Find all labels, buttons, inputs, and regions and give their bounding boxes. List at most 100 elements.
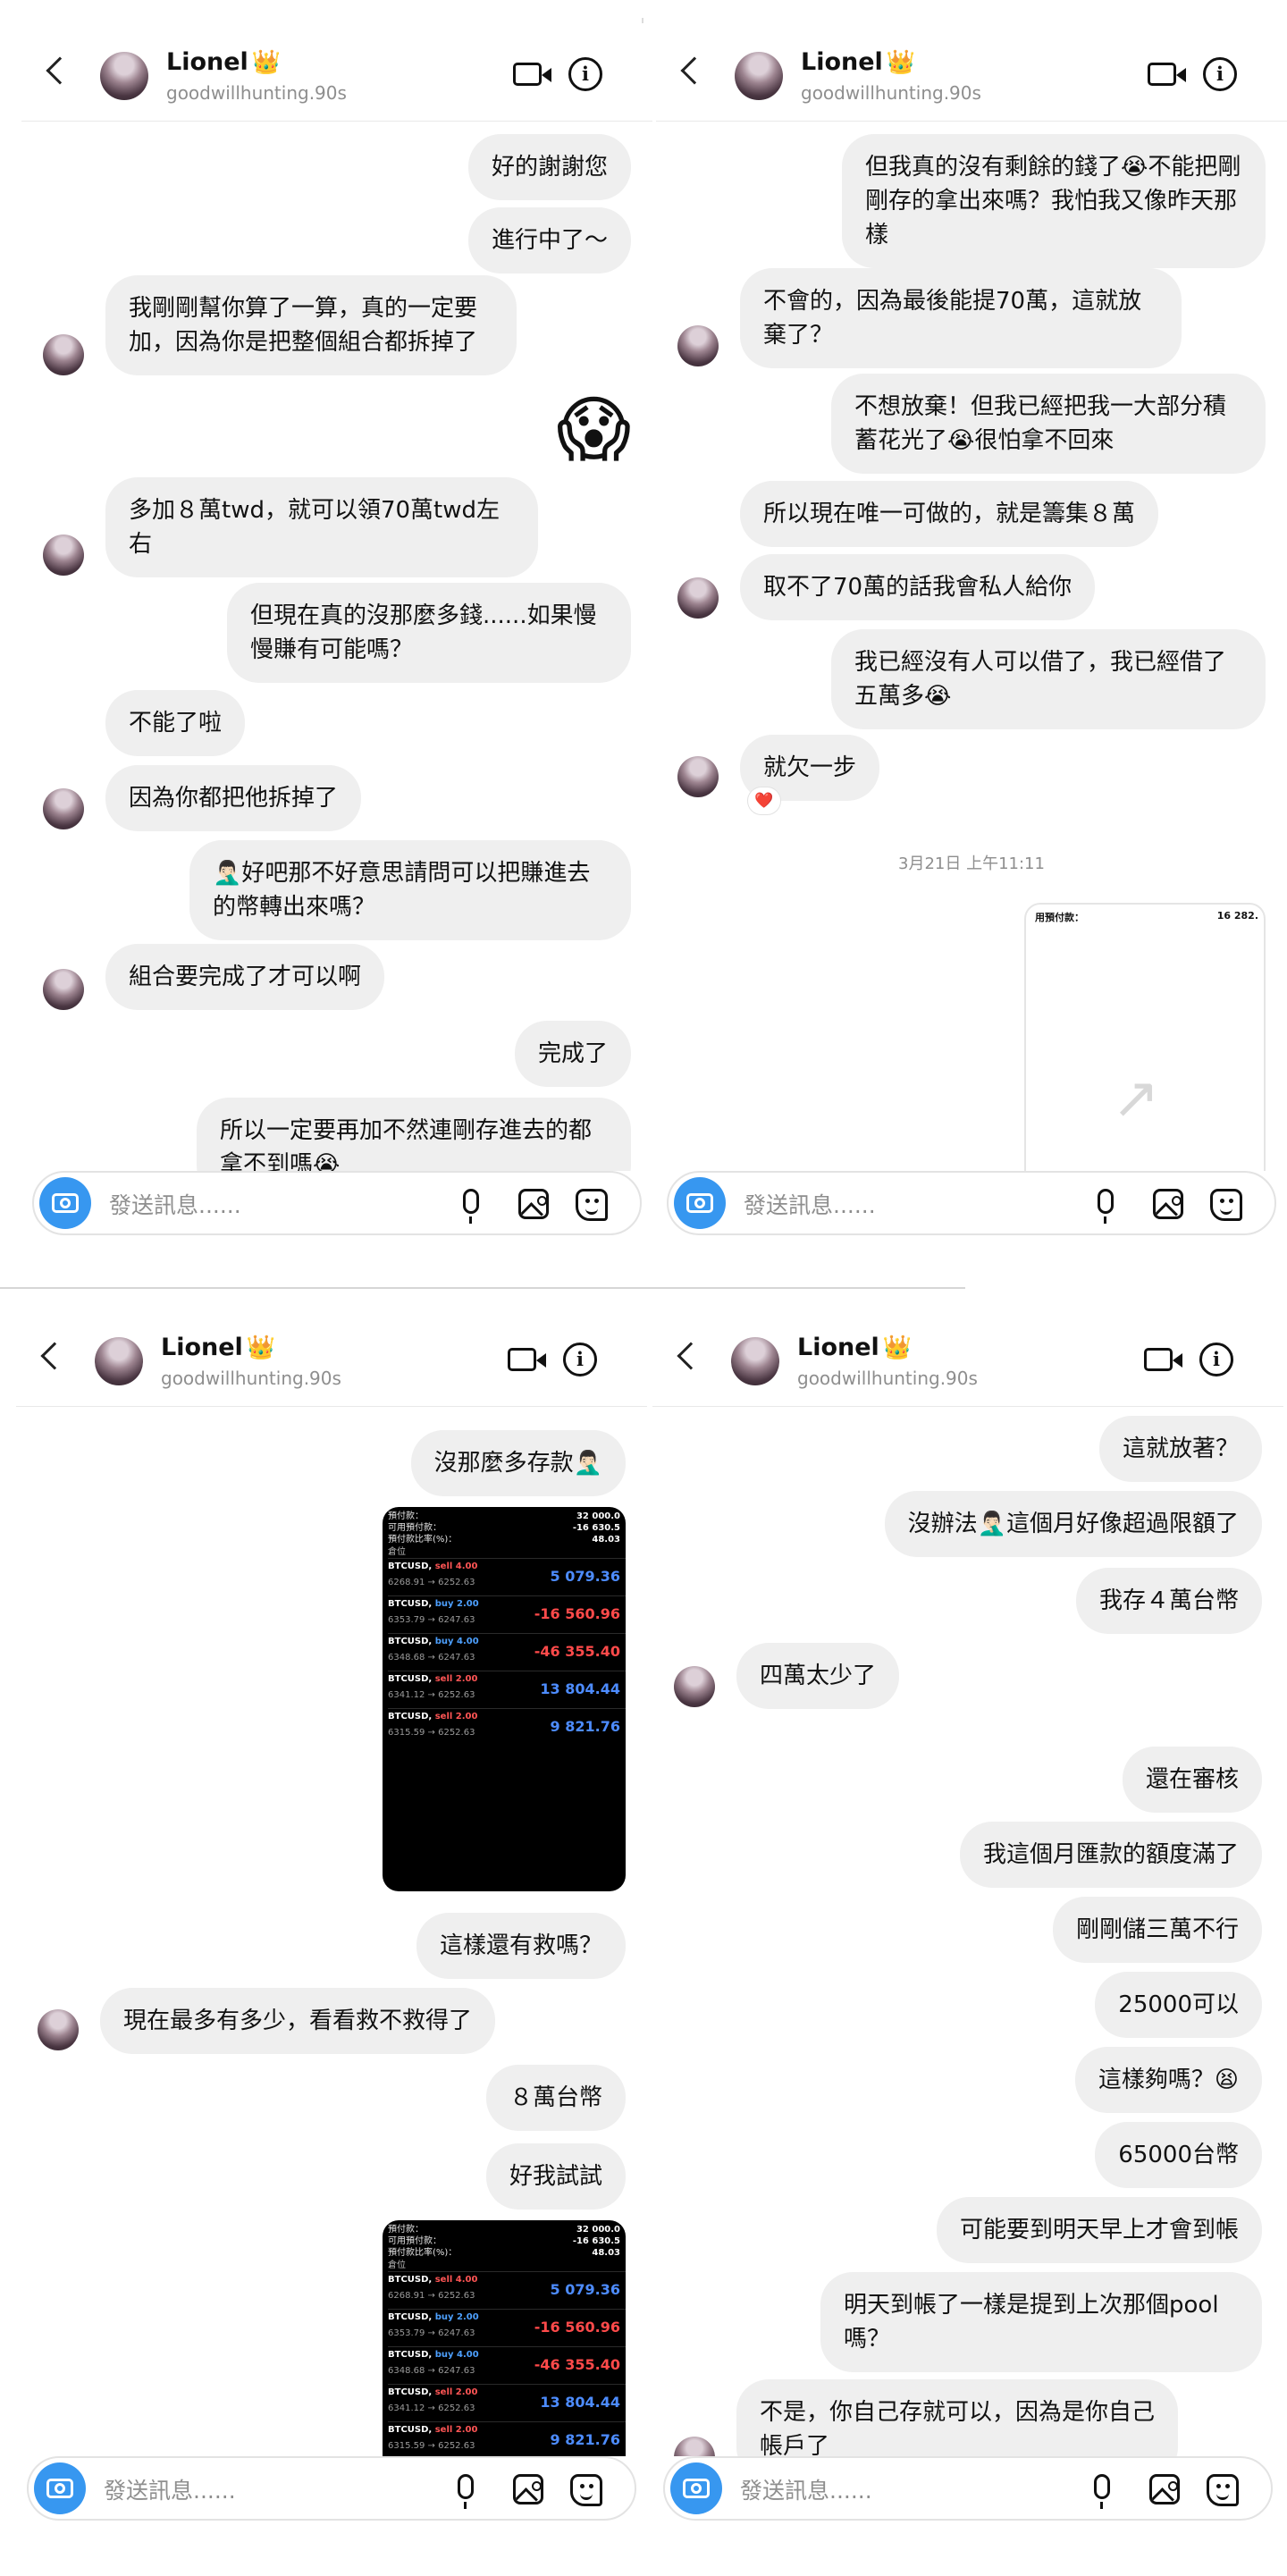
avatar[interactable] [735,52,783,100]
sticker-icon[interactable] [1207,2474,1239,2506]
info-icon[interactable]: i [1203,57,1237,91]
message-sent[interactable]: 好的謝謝您 [467,134,631,200]
message-received[interactable]: 現在最多有多少，看看救不救得了 [100,1988,496,2054]
message-list[interactable]: 沒那麼多存款🤦🏻‍♂️ 預付款： 32 000.0 可用預付款： -16 630.5… [16,1407,647,2456]
message-list[interactable]: 這就放著？ 沒辦法🤦🏻‍♂️這個月好像超過限額了 我存４萬台幣 四萬太少了 還在… [652,1407,1283,2456]
camera-icon[interactable] [39,1177,91,1229]
info-icon[interactable]: i [1199,1343,1233,1376]
avatar[interactable] [731,1337,779,1385]
sender-avatar[interactable] [674,1666,715,1707]
message-received[interactable]: 所以現在唯一可做的，就是籌集８萬 [740,481,1159,547]
video-call-icon[interactable] [1144,1348,1182,1371]
gallery-icon[interactable] [1149,2474,1180,2504]
message-sent[interactable]: 🤦🏻‍♂️好吧那不好意思請問可以把賺進去的幣轉出來嗎？ [189,840,631,940]
image-message[interactable]: 用預付款： 16 282. ↗ [1024,903,1266,1171]
back-arrow-icon[interactable] [677,1342,705,1370]
contact-name[interactable]: Lionel 👑 [797,1334,912,1361]
message-sent[interactable]: 剛剛儲三萬不行 [1052,1897,1262,1963]
sender-avatar[interactable] [38,2009,79,2050]
message-sent[interactable]: 但現在真的沒那麼多錢......如果慢慢賺有可能嗎？ [227,583,631,683]
contact-name[interactable]: Lionel 👑 [801,48,915,76]
image-message[interactable]: 預付款： 32 000.0 可用預付款： -16 630.5 預付款比率(%)： 48… [383,1507,626,1891]
message-received[interactable]: 組合要完成了才可以啊 [105,944,385,1010]
message-sent[interactable]: ８萬台幣 [485,2065,626,2131]
message-sent[interactable]: 可能要到明天早上才會到帳 [936,2197,1262,2263]
video-call-icon[interactable] [1148,63,1186,86]
sticker-icon[interactable] [1210,1189,1242,1221]
message-sent[interactable]: 沒那麼多存款🤦🏻‍♂️ [410,1430,626,1496]
microphone-icon[interactable] [458,2474,474,2509]
back-arrow-icon[interactable] [680,56,709,85]
back-arrow-icon[interactable] [40,1342,69,1370]
microphone-icon[interactable] [1094,2474,1110,2509]
sender-avatar[interactable] [43,969,84,1010]
info-icon[interactable]: i [568,57,602,91]
chat-panel-1: Lionel 👑 goodwillhunting.90s i 好的謝謝您 進行中了… [21,23,652,1269]
message-sent[interactable]: 沒辦法🤦🏻‍♂️這個月好像超過限額了 [884,1491,1262,1557]
sender-avatar[interactable] [677,577,719,619]
gallery-icon[interactable] [1153,1189,1183,1219]
message-sent[interactable]: 這就放著？ [1098,1416,1262,1482]
back-arrow-icon[interactable] [46,56,74,85]
gallery-icon[interactable] [513,2474,543,2504]
sticker-icon[interactable] [570,2474,602,2506]
heart-reaction[interactable]: ❤️ [747,787,781,815]
microphone-icon[interactable] [463,1189,479,1224]
chat-panel-3: Lionel 👑 goodwillhunting.90s i 沒那麼多存款🤦🏻‍♂… [16,1309,647,2555]
message-list[interactable]: 但我真的沒有剩餘的錢了😭不能把剛剛存的拿出來嗎？我怕我又像昨天那樣 不會的，因為… [656,122,1287,1171]
sender-avatar[interactable] [674,2437,715,2456]
message-sent[interactable]: 進行中了～ [467,207,631,274]
camera-icon[interactable] [34,2462,86,2514]
sender-avatar[interactable] [43,788,84,829]
emoji-message[interactable]: 😱 [557,390,631,470]
message-received[interactable]: 不會的，因為最後能提70萬，這就放棄了？ [740,268,1182,368]
message-received[interactable]: 取不了70萬的話我會私人給你 [740,554,1096,620]
message-input[interactable] [109,1189,377,1221]
camera-icon[interactable] [670,2462,722,2514]
sender-avatar[interactable] [677,756,719,797]
sticker-icon[interactable] [576,1189,608,1221]
microphone-icon[interactable] [1098,1189,1114,1224]
video-call-icon[interactable] [508,1348,546,1371]
message-sent[interactable]: 25000可以 [1095,1972,1262,2038]
message-received[interactable]: 四萬太少了 [736,1643,900,1709]
message-sent[interactable]: 這樣還有救嗎？ [416,1913,626,1979]
message-received[interactable]: 不是，你自己存就可以，因為是你自己帳戶了 [736,2379,1178,2456]
image-text: 6341.12 → 6252.63 [388,2403,475,2413]
message-sent[interactable]: 完成了 [514,1021,631,1087]
contact-name[interactable]: Lionel 👑 [161,1334,275,1361]
message-sent[interactable]: 所以一定要再加不然連剛存進去的都拿不到嗎😭 [197,1098,631,1171]
message-received[interactable]: 不能了啦 [105,690,246,756]
message-received[interactable]: 我剛剛幫你算了一算，真的一定要加，因為你是把整個組合都拆掉了 [105,275,517,375]
image-text: -16 560.96 [534,2319,620,2336]
info-icon[interactable]: i [563,1343,597,1376]
contact-name[interactable]: Lionel 👑 [166,48,281,76]
message-sent[interactable]: 好我試試 [485,2143,626,2210]
message-input[interactable] [104,2474,372,2506]
message-sent[interactable]: 我存４萬台幣 [1075,1568,1262,1634]
message-input[interactable] [744,1189,1012,1221]
message-sent[interactable]: 不想放棄！但我已經把我一大部分積蓄花光了😭很怕拿不回來 [831,374,1266,474]
message-sent[interactable]: 這樣夠嗎？😫 [1074,2047,1262,2113]
message-received[interactable]: 因為你都把他拆掉了 [105,765,362,831]
message-sent[interactable]: 明天到帳了一樣是提到上次那個pool嗎？ [820,2272,1262,2372]
video-call-icon[interactable] [513,63,551,86]
message-sent[interactable]: 65000台幣 [1095,2122,1262,2188]
gallery-icon[interactable] [518,1189,549,1219]
avatar[interactable] [100,52,148,100]
message-sent[interactable]: 我這個月匯款的額度滿了 [959,1822,1262,1888]
image-text: 預付款： [388,1511,424,1521]
camera-icon[interactable] [674,1177,726,1229]
message-sent[interactable]: 還在審核 [1122,1747,1262,1813]
image-message[interactable]: 預付款： 32 000.0 可用預付款： -16 630.5 預付款比率(%)： 48… [383,2220,626,2456]
message-received[interactable]: 多加８萬twd，就可以領70萬twd左右 [105,477,538,577]
image-text: 13 804.44 [540,1680,620,1697]
sender-avatar[interactable] [43,535,84,576]
sender-avatar[interactable] [677,325,719,366]
sender-avatar[interactable] [43,334,84,375]
message-input[interactable] [740,2474,1008,2506]
message-sent[interactable]: 我已經沒有人可以借了，我已經借了五萬多😭 [831,629,1266,729]
avatar[interactable] [95,1337,143,1385]
message-sent[interactable]: 但我真的沒有剩餘的錢了😭不能把剛剛存的拿出來嗎？我怕我又像昨天那樣 [842,134,1266,268]
message-list[interactable]: 好的謝謝您 進行中了～ 我剛剛幫你算了一算，真的一定要加，因為你是把整個組合都拆… [21,122,652,1171]
